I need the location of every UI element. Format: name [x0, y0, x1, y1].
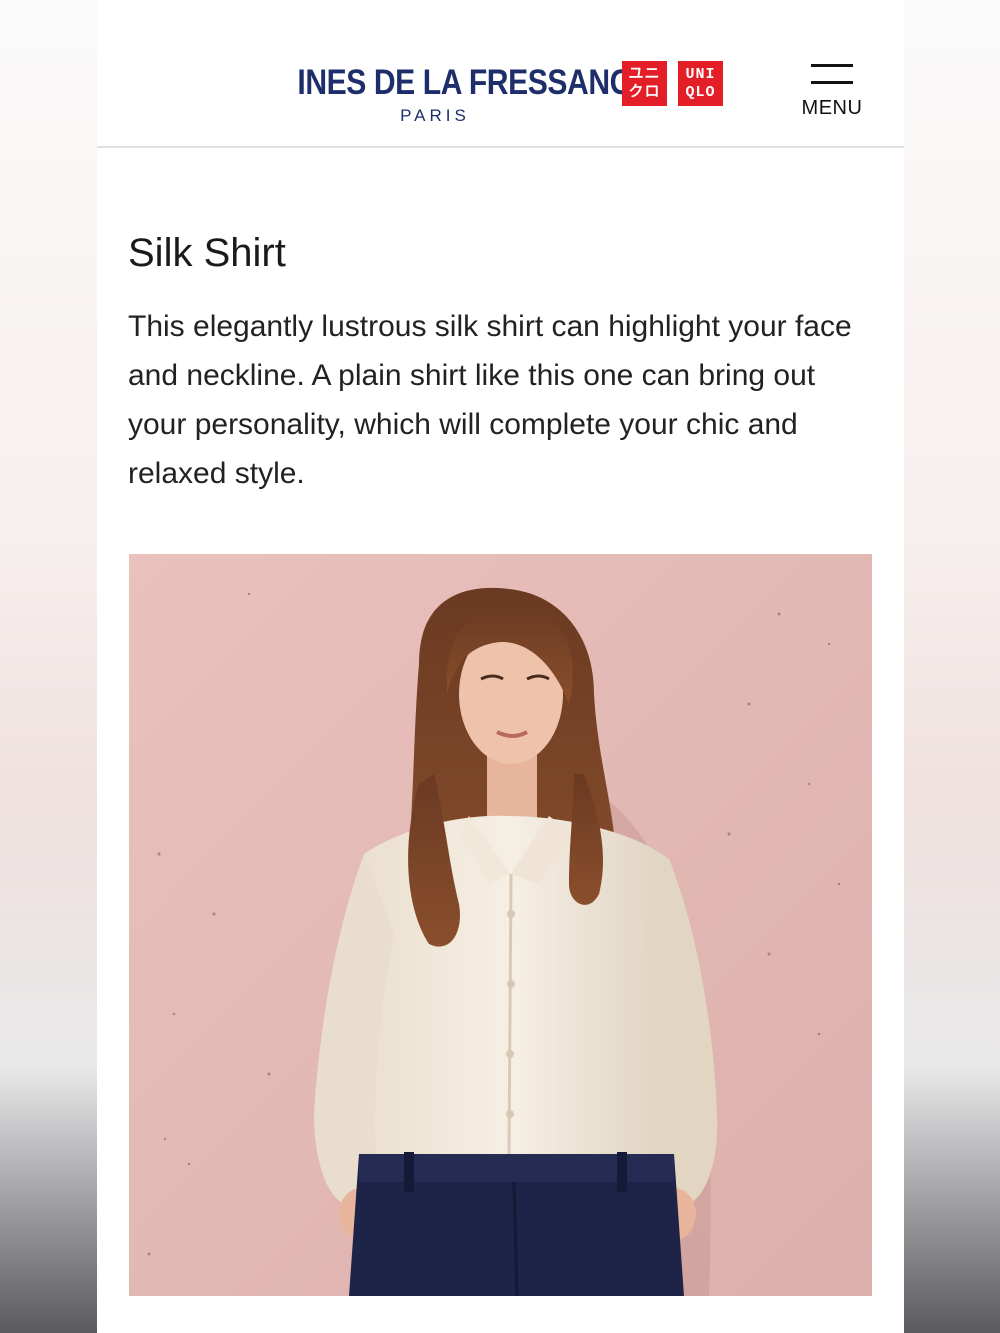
menu-button[interactable]: MENU	[787, 60, 877, 120]
uniqlo-latin-mark: UNI QLO	[678, 61, 723, 106]
brand-city: PARIS	[400, 106, 470, 125]
product-description: This elegantly lustrous silk shirt can h…	[128, 310, 852, 490]
uniqlo-katakana-mark: ユニ クロ	[622, 61, 667, 106]
product-photo	[129, 554, 872, 1296]
page-margin-right	[904, 0, 1000, 1333]
model-in-silk-shirt-illustration	[129, 554, 872, 1296]
product-title: Silk Shirt	[128, 231, 286, 275]
page-margin-left	[0, 0, 97, 1333]
uniqlo-line1: UNI	[685, 65, 716, 83]
hamburger-icon	[811, 60, 853, 84]
site-header: INES DE LA FRESSANGE PARIS ユニ クロ UNI QLO…	[97, 0, 904, 148]
uniqlo-line2: QLO	[685, 83, 716, 101]
brand-logo-link[interactable]: INES DE LA FRESSANGE PARIS	[275, 60, 653, 126]
menu-label: MENU	[801, 97, 863, 119]
uniqlo-katakana-line1: ユニ	[628, 65, 661, 83]
uniqlo-logo[interactable]: ユニ クロ UNI QLO	[622, 61, 723, 106]
brand-name: INES DE LA FRESSANGE	[297, 63, 653, 102]
uniqlo-katakana-line2: クロ	[628, 83, 661, 101]
product-page: INES DE LA FRESSANGE PARIS ユニ クロ UNI QLO…	[97, 0, 904, 1333]
